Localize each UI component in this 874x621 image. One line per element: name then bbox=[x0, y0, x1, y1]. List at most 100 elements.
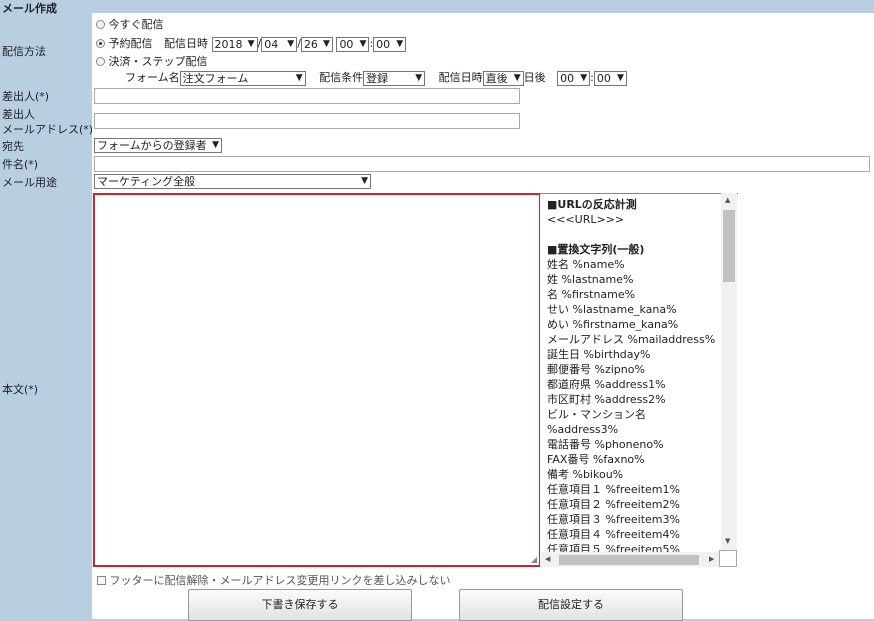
chevron-down-icon: ▼ bbox=[359, 38, 367, 49]
replacement-string-item: 姓 %lastname% bbox=[547, 273, 634, 286]
purpose-select[interactable]: マーケティング全般 ▼ bbox=[94, 174, 371, 189]
chevron-down-icon: ▼ bbox=[295, 72, 303, 83]
step-hour-value: 00 bbox=[560, 71, 575, 85]
replacement-string-item: 姓名 %name% bbox=[547, 258, 625, 271]
scroll-right-icon[interactable]: ▶ bbox=[709, 555, 714, 563]
chevron-down-icon: ▼ bbox=[580, 72, 588, 83]
replacement-string-item: <<<URL>>> bbox=[547, 213, 625, 226]
chevron-down-icon: ▼ bbox=[361, 176, 368, 186]
recipient-label: 宛先 bbox=[2, 140, 24, 153]
replacement-string-item: 電話番号 %phoneno% bbox=[547, 438, 664, 451]
replacement-string-item: 任意項目３ %freeitem3% bbox=[547, 513, 680, 526]
day-select[interactable]: 26 ▼ bbox=[300, 36, 333, 52]
method-scheduled-option[interactable]: 予約配信 配信日時 2018 ▼/04 ▼/26 ▼ 00 ▼:00 ▼ bbox=[96, 35, 407, 52]
timing-value: 直後 bbox=[485, 71, 508, 85]
replacement-strings-panel: ■URLの反応計測 <<<URL>>> ■置換文字列(一般) 姓名 %name% 姓 %… bbox=[540, 193, 738, 567]
replacement-string-item: 任意項目２ %freeitem2% bbox=[547, 498, 680, 511]
replacement-string-item: %address3% bbox=[547, 423, 619, 436]
step-datetime-label: 配信日時 bbox=[438, 71, 483, 84]
sender-address-input[interactable] bbox=[94, 113, 520, 129]
sender-address-label-1: 差出人 bbox=[2, 108, 35, 121]
condition-value: 登録 bbox=[366, 71, 389, 85]
chevron-down-icon: ▼ bbox=[396, 38, 404, 49]
step-settings-row: フォーム名 注文フォーム ▼ 配信条件 登録 ▼ 配信日時 直後 ▼ 日後 00 ▼:00 ▼ bbox=[125, 69, 627, 86]
condition-label: 配信条件 bbox=[319, 71, 364, 84]
hour-select[interactable]: 00 ▼ bbox=[336, 36, 370, 52]
scroll-down-icon[interactable]: ▼ bbox=[725, 537, 730, 545]
footer-link-option[interactable]: フッターに配信解除・メールアドレス変更用リンクを差し込みしない bbox=[97, 572, 451, 588]
scroll-up-icon[interactable]: ▲ bbox=[725, 196, 730, 204]
replacement-string-item: せい %lastname_kana% bbox=[547, 303, 677, 316]
chevron-down-icon: ▼ bbox=[247, 38, 255, 49]
replacement-string-item: ビル・マンション名 bbox=[547, 408, 646, 421]
purpose-row: マーケティング全般 ▼ bbox=[94, 174, 371, 189]
year-select[interactable]: 2018 ▼ bbox=[211, 36, 258, 52]
form-name-label: フォーム名 bbox=[125, 71, 180, 84]
condition-select[interactable]: 登録 ▼ bbox=[363, 70, 426, 86]
subject-label: 件名(*) bbox=[2, 158, 39, 171]
method-immediate-label: 今すぐ配信 bbox=[108, 18, 164, 31]
radio-immediate[interactable] bbox=[96, 20, 105, 29]
sidebar-heading: ■URLの反応計測 bbox=[547, 198, 637, 211]
replacement-string-item: メールアドレス %mailaddress% bbox=[547, 333, 716, 346]
radio-scheduled[interactable] bbox=[96, 39, 105, 48]
days-after-label: 日後 bbox=[523, 71, 546, 84]
method-scheduled-label: 予約配信 bbox=[108, 37, 153, 50]
sender-label: 差出人(*) bbox=[2, 90, 50, 103]
method-immediate-option[interactable]: 今すぐ配信 bbox=[96, 16, 164, 32]
replacement-string-item: FAX番号 %faxno% bbox=[547, 453, 645, 466]
method-step-label: 決済・ステップ配信 bbox=[108, 55, 208, 68]
purpose-label: メール用途 bbox=[2, 176, 57, 189]
radio-step[interactable] bbox=[96, 57, 105, 66]
subject-input[interactable] bbox=[94, 156, 870, 172]
recipient-select[interactable]: フォームからの登録者 ▼ bbox=[94, 138, 222, 153]
sender-name-input[interactable] bbox=[94, 88, 520, 104]
replacement-string-item: 誕生日 %birthday% bbox=[547, 348, 651, 361]
resize-handle-icon[interactable]: ◢ bbox=[531, 555, 537, 564]
step-hour-select[interactable]: 00 ▼ bbox=[557, 70, 591, 86]
scroll-left-icon[interactable]: ◀ bbox=[545, 555, 550, 563]
replacement-string-item: 任意項目１ %freeitem1% bbox=[547, 483, 680, 496]
chevron-down-icon: ▼ bbox=[212, 140, 219, 150]
replacement-string-item: めい %firstname_kana% bbox=[547, 318, 679, 331]
form-name-value: 注文フォーム bbox=[182, 71, 249, 85]
replacement-string-item bbox=[547, 227, 725, 242]
method-step-option[interactable]: 決済・ステップ配信 bbox=[96, 53, 208, 69]
replacement-string-item: 都道府県 %address1% bbox=[547, 378, 666, 391]
chevron-down-icon: ▼ bbox=[415, 72, 423, 83]
chevron-down-icon: ▼ bbox=[616, 72, 624, 83]
recipient-value: フォームからの登録者 bbox=[97, 139, 207, 152]
vertical-scrollbar[interactable]: ▲ ▼ bbox=[721, 193, 737, 550]
step-minute-select[interactable]: 00 ▼ bbox=[593, 70, 627, 86]
method-label: 配信方法 bbox=[2, 45, 46, 58]
sender-address-label-2: メールアドレス(*) bbox=[2, 123, 94, 136]
replacement-string-item: 備考 %bikou% bbox=[547, 468, 624, 481]
minute-select[interactable]: 00 ▼ bbox=[373, 36, 407, 52]
year-value: 2018 bbox=[214, 37, 243, 51]
delivery-settings-button[interactable]: 配信設定する bbox=[459, 589, 683, 621]
replacement-string-item: 郵便番号 %zipno% bbox=[547, 363, 645, 376]
purpose-value: マーケティング全般 bbox=[97, 175, 196, 188]
scroll-corner bbox=[719, 550, 737, 567]
form-name-select[interactable]: 注文フォーム ▼ bbox=[179, 70, 306, 86]
minute-value: 00 bbox=[376, 37, 391, 51]
sidebar-heading: ■置換文字列(一般) bbox=[547, 243, 645, 256]
body-textarea[interactable]: ◢ bbox=[93, 193, 541, 567]
recipient-row: フォームからの登録者 ▼ bbox=[94, 138, 222, 153]
step-minute-value: 00 bbox=[596, 71, 611, 85]
footer-link-checkbox[interactable] bbox=[97, 576, 106, 585]
vertical-scroll-thumb[interactable] bbox=[723, 210, 735, 282]
day-value: 26 bbox=[303, 37, 318, 51]
horizontal-scroll-thumb[interactable] bbox=[559, 555, 699, 565]
replacement-string-item: 市区町村 %address2% bbox=[547, 393, 666, 406]
page-title: メール作成 bbox=[2, 2, 57, 15]
chevron-down-icon: ▼ bbox=[513, 72, 521, 83]
month-value: 04 bbox=[264, 37, 279, 51]
chevron-down-icon: ▼ bbox=[323, 38, 330, 49]
save-draft-button[interactable]: 下書き保存する bbox=[188, 589, 412, 621]
horizontal-scrollbar[interactable]: ◀ ▶ bbox=[541, 552, 721, 567]
month-select[interactable]: 04 ▼ bbox=[261, 36, 298, 52]
replacement-string-item: 名 %firstname% bbox=[547, 288, 636, 301]
replacement-string-item: 任意項目４ %freeitem4% bbox=[547, 528, 680, 541]
timing-select[interactable]: 直後 ▼ bbox=[482, 70, 524, 86]
